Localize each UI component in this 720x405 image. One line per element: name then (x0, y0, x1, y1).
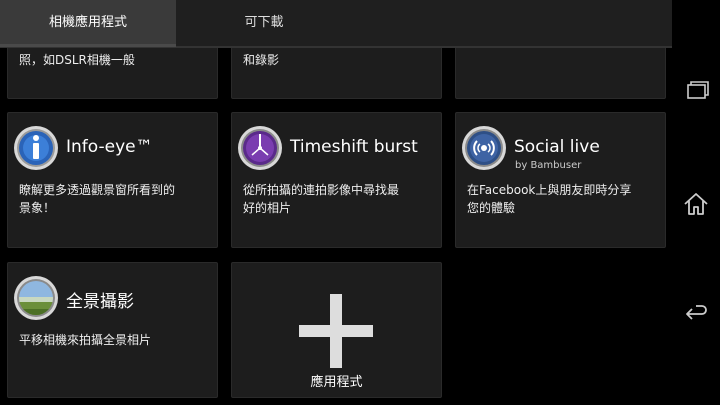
app-title: Timeshift burst (290, 137, 418, 157)
app-card-partial-1[interactable]: 照，如DSLR相機一般 (7, 48, 218, 99)
info-eye-icon (14, 126, 58, 170)
app-description: 瞭解更多透過觀景窗所看到的 (19, 183, 176, 197)
app-description: 和錄影 (243, 53, 280, 67)
panorama-icon (14, 276, 58, 320)
app-card-social-live[interactable]: Social live by Bambuser 在Facebook上與朋友即時分… (455, 112, 666, 248)
recent-apps-icon[interactable] (680, 75, 712, 107)
app-card-partial-2[interactable]: 和錄影 (231, 48, 442, 99)
timeshift-burst-icon (238, 126, 282, 170)
tab-camera-apps[interactable]: 相機應用程式 (0, 0, 176, 46)
back-icon[interactable] (680, 298, 712, 330)
social-live-icon (462, 126, 506, 170)
tab-bar: 相機應用程式 可下載 (0, 0, 672, 48)
app-description: 在Facebook上與朋友即時分享 (467, 183, 632, 197)
app-title: Social live (514, 137, 600, 157)
app-grid: 照，如DSLR相機一般 和錄影 Info-eye™ 瞭解更多透過觀景窗所看到的 … (0, 48, 672, 405)
app-description: 您的體驗 (467, 201, 516, 215)
app-title: 全景攝影 (66, 292, 134, 312)
active-tab-indicator (0, 44, 176, 47)
app-title: Info-eye™ (66, 137, 153, 157)
navigation-bar (672, 0, 720, 405)
add-apps-button[interactable]: 應用程式 (231, 262, 442, 398)
app-description: 平移相機來拍攝全景相片 (19, 333, 152, 347)
app-card-panorama[interactable]: 全景攝影 平移相機來拍攝全景相片 (7, 262, 218, 398)
app-subtitle: by Bambuser (515, 160, 582, 171)
app-card-partial-3[interactable] (455, 48, 666, 99)
app-description: 景象！ (19, 201, 56, 215)
plus-icon-bar (299, 325, 373, 337)
app-description: 照，如DSLR相機一般 (19, 53, 135, 67)
app-card-timeshift-burst[interactable]: Timeshift burst 從所拍攝的連拍影像中尋找最 好的相片 (231, 112, 442, 248)
tab-downloadable[interactable]: 可下載 (176, 0, 352, 46)
home-icon[interactable] (680, 188, 712, 220)
app-card-info-eye[interactable]: Info-eye™ 瞭解更多透過觀景窗所看到的 景象！ (7, 112, 218, 248)
app-description: 好的相片 (243, 201, 292, 215)
app-description: 從所拍攝的連拍影像中尋找最 (243, 183, 400, 197)
add-apps-label: 應用程式 (310, 375, 363, 390)
